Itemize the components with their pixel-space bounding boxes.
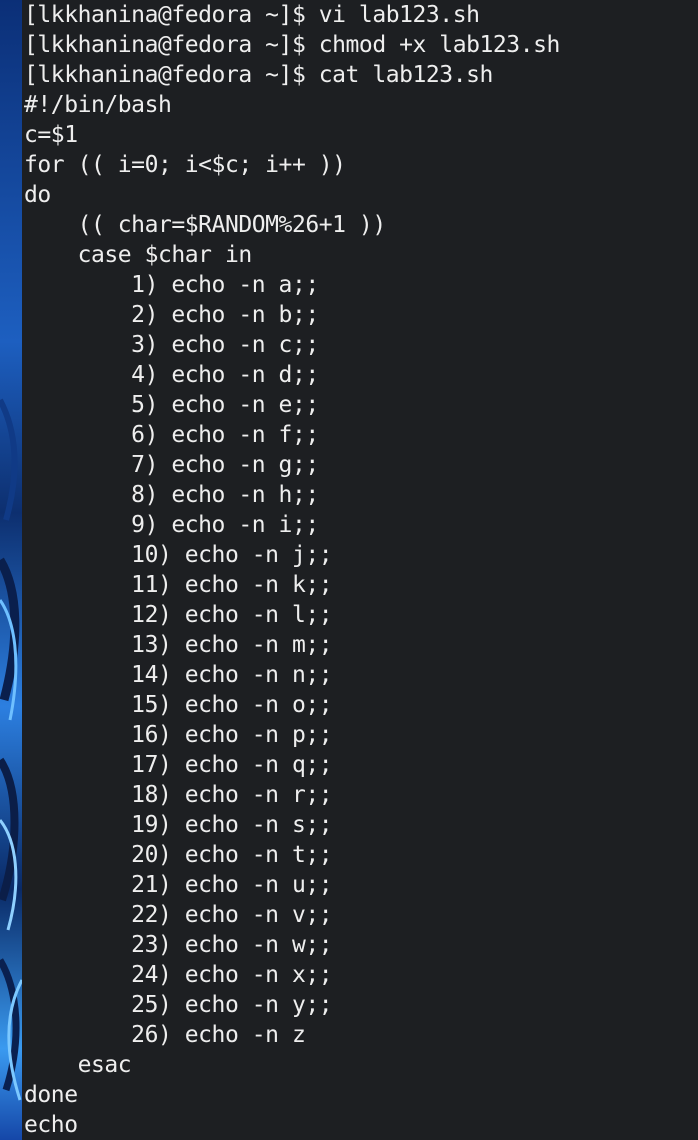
script-line: 9) echo -n i;; bbox=[24, 512, 319, 538]
script-line: do bbox=[24, 182, 51, 208]
script-line: 11) echo -n k;; bbox=[24, 572, 333, 598]
script-line: 17) echo -n q;; bbox=[24, 752, 333, 778]
script-line: echo bbox=[24, 1112, 78, 1138]
script-line: 23) echo -n w;; bbox=[24, 932, 333, 958]
shell-prompt-line: [lkkhanina@fedora ~]$ chmod +x lab123.sh bbox=[24, 32, 560, 58]
script-line: esac bbox=[24, 1052, 132, 1078]
script-line: 19) echo -n s;; bbox=[24, 812, 333, 838]
shell-prompt-line: [lkkhanina@fedora ~]$ cat lab123.sh bbox=[24, 62, 493, 88]
script-line: (( char=$RANDOM%26+1 )) bbox=[24, 212, 387, 238]
script-line: 4) echo -n d;; bbox=[24, 362, 319, 388]
script-line: c=$1 bbox=[24, 122, 78, 148]
script-line: 15) echo -n o;; bbox=[24, 692, 333, 718]
script-line: 7) echo -n g;; bbox=[24, 452, 319, 478]
script-line: 8) echo -n h;; bbox=[24, 482, 319, 508]
script-line: 26) echo -n z bbox=[24, 1022, 306, 1048]
script-line: 1) echo -n a;; bbox=[24, 272, 319, 298]
script-line: 10) echo -n j;; bbox=[24, 542, 333, 568]
script-line: 21) echo -n u;; bbox=[24, 872, 333, 898]
script-line: 25) echo -n y;; bbox=[24, 992, 333, 1018]
script-line: done bbox=[24, 1082, 78, 1108]
script-line: case $char in bbox=[24, 242, 253, 268]
script-line: 14) echo -n n;; bbox=[24, 662, 333, 688]
shell-prompt-line: [lkkhanina@fedora ~]$ vi lab123.sh bbox=[24, 2, 480, 28]
script-line: 12) echo -n l;; bbox=[24, 602, 333, 628]
script-line: 20) echo -n t;; bbox=[24, 842, 333, 868]
terminal-output: [lkkhanina@fedora ~]$ vi lab123.sh [lkkha… bbox=[24, 0, 698, 1140]
script-line: 22) echo -n v;; bbox=[24, 902, 333, 928]
script-line: #!/bin/bash bbox=[24, 92, 172, 118]
script-line: 13) echo -n m;; bbox=[24, 632, 333, 658]
script-line: 24) echo -n x;; bbox=[24, 962, 333, 988]
desktop-wallpaper bbox=[0, 0, 22, 1140]
script-line: for (( i=0; i<$c; i++ )) bbox=[24, 152, 346, 178]
wallpaper-swirls bbox=[0, 398, 22, 1101]
script-line: 5) echo -n e;; bbox=[24, 392, 319, 418]
script-line: 2) echo -n b;; bbox=[24, 302, 319, 328]
script-line: 18) echo -n r;; bbox=[24, 782, 333, 808]
script-line: 6) echo -n f;; bbox=[24, 422, 319, 448]
script-line: 16) echo -n p;; bbox=[24, 722, 333, 748]
terminal-window[interactable]: [lkkhanina@fedora ~]$ vi lab123.sh [lkkha… bbox=[22, 0, 698, 1140]
script-line: 3) echo -n c;; bbox=[24, 332, 319, 358]
